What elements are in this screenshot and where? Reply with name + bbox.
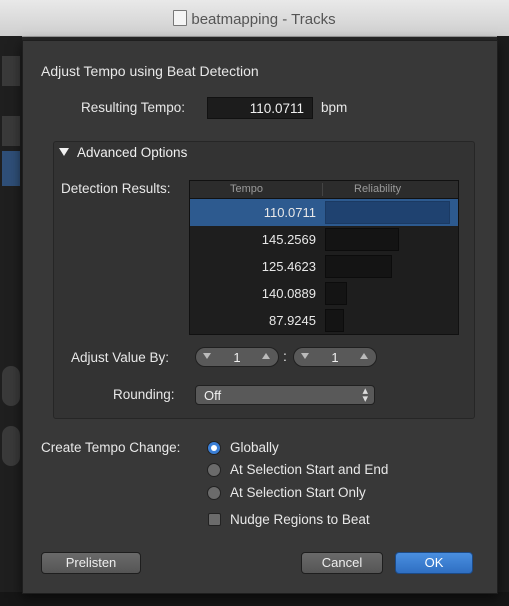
radio-selection-start-only-label[interactable]: At Selection Start Only xyxy=(230,485,366,500)
reliability-bar xyxy=(325,309,344,332)
radio-globally[interactable] xyxy=(207,441,221,455)
background-right-edge xyxy=(497,36,509,606)
disclosure-triangle-icon xyxy=(59,148,69,156)
adjust-value-stepper-1[interactable]: 1 xyxy=(195,347,279,367)
resulting-tempo-label: Resulting Tempo: xyxy=(81,100,186,115)
table-row[interactable]: 145.2569 xyxy=(190,226,458,253)
detection-results-label: Detection Results: xyxy=(61,181,171,196)
detection-results-table[interactable]: Tempo Reliability 110.0711 145.2569 125.46… xyxy=(189,180,459,335)
resulting-tempo-field[interactable]: 110.0711 xyxy=(207,97,313,119)
document-icon xyxy=(173,10,188,26)
table-header: Tempo Reliability xyxy=(190,181,458,199)
background-knob xyxy=(2,366,20,406)
reliability-bar xyxy=(325,201,450,224)
table-row[interactable]: 140.0889 xyxy=(190,280,458,307)
background-track-area xyxy=(0,36,22,606)
stepper-separator: : xyxy=(283,348,287,364)
advanced-options-disclosure[interactable]: Advanced Options xyxy=(59,145,187,160)
reliability-bar xyxy=(325,255,392,278)
increment-arrow-icon[interactable] xyxy=(360,353,368,359)
ok-button[interactable]: OK xyxy=(395,552,473,574)
background-knob xyxy=(2,426,20,466)
tempo-cell: 140.0889 xyxy=(261,286,316,301)
table-row[interactable]: 87.9245 xyxy=(190,307,458,334)
bpm-unit-label: bpm xyxy=(321,100,348,115)
nudge-regions-checkbox[interactable] xyxy=(208,513,221,526)
radio-selection-start-end-label[interactable]: At Selection Start and End xyxy=(230,462,388,477)
column-divider xyxy=(322,183,323,196)
adjust-tempo-dialog: Adjust Tempo using Beat Detection Result… xyxy=(22,40,498,594)
table-row[interactable]: 110.0711 xyxy=(190,199,458,226)
reliability-bar xyxy=(325,282,347,305)
radio-globally-label[interactable]: Globally xyxy=(230,440,279,455)
dialog-title: Adjust Tempo using Beat Detection xyxy=(41,63,259,79)
rounding-value: Off xyxy=(204,388,222,403)
rounding-label: Rounding: xyxy=(113,387,175,402)
window-title-text: beatmapping - Tracks xyxy=(191,11,336,28)
column-header-reliability[interactable]: Reliability xyxy=(354,183,401,195)
adjust-value-stepper-2[interactable]: 1 xyxy=(293,347,377,367)
advanced-options-label: Advanced Options xyxy=(77,145,188,160)
prelisten-button[interactable]: Prelisten xyxy=(41,552,141,574)
reliability-bar xyxy=(325,228,399,251)
background-track-block xyxy=(2,116,20,146)
background-track-block xyxy=(2,56,20,86)
table-row[interactable]: 125.4623 xyxy=(190,253,458,280)
create-tempo-change-label: Create Tempo Change: xyxy=(41,440,181,455)
radio-selection-start-end[interactable] xyxy=(207,463,221,477)
background-bottom-edge xyxy=(0,592,509,606)
tempo-cell: 110.0711 xyxy=(263,205,316,220)
tempo-cell: 87.9245 xyxy=(269,313,316,328)
increment-arrow-icon[interactable] xyxy=(262,353,270,359)
background-track-block xyxy=(2,151,20,186)
tempo-cell: 125.4623 xyxy=(261,259,316,274)
column-header-tempo[interactable]: Tempo xyxy=(230,183,263,195)
window-title: beatmapping - Tracks xyxy=(0,10,509,28)
cancel-button[interactable]: Cancel xyxy=(301,552,383,574)
rounding-select[interactable]: Off ▴ ▾ xyxy=(195,385,375,405)
adjust-value-by-label: Adjust Value By: xyxy=(71,350,170,365)
radio-selection-start-only[interactable] xyxy=(207,486,221,500)
nudge-regions-label[interactable]: Nudge Regions to Beat xyxy=(230,512,370,527)
select-arrows-icon: ▴ ▾ xyxy=(362,385,368,405)
tempo-cell: 145.2569 xyxy=(261,232,316,247)
window-titlebar: beatmapping - Tracks xyxy=(0,0,509,37)
